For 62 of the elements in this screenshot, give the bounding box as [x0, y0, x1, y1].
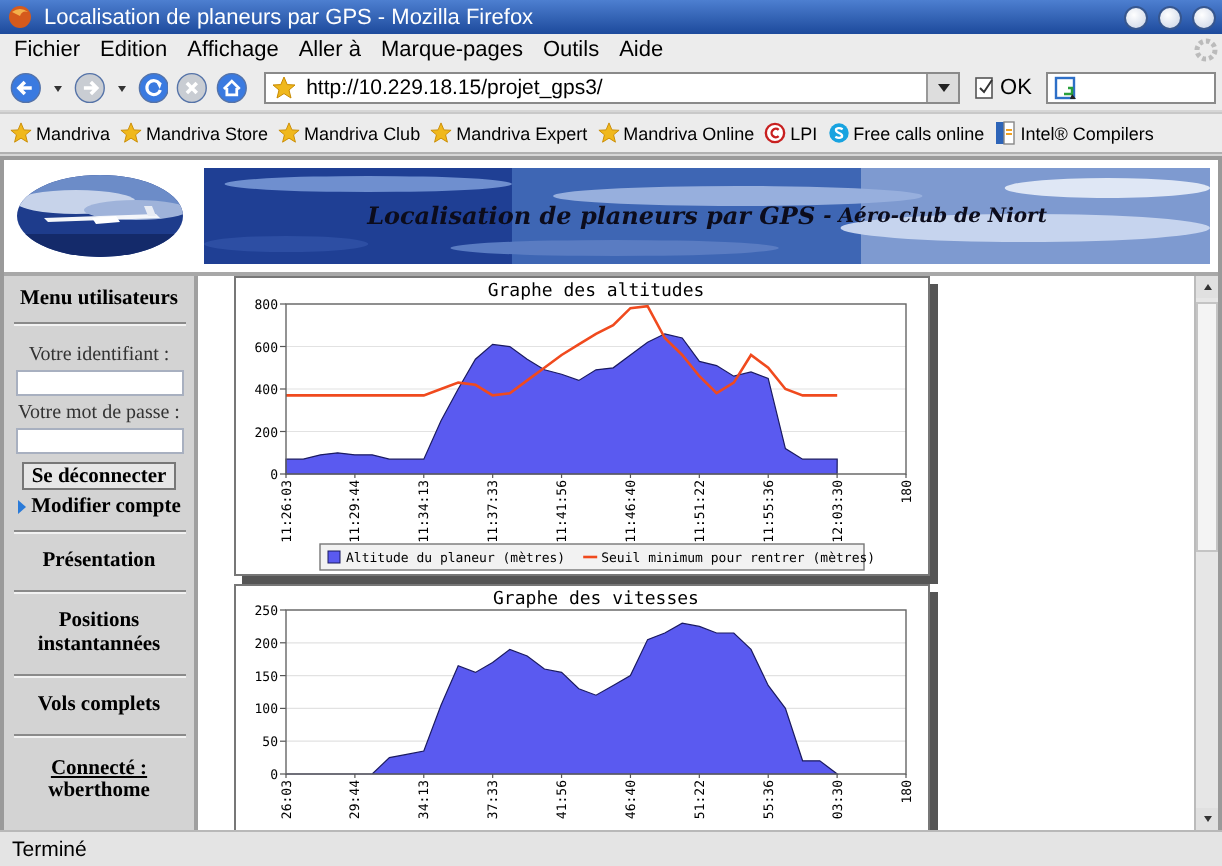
star-icon: [278, 122, 301, 144]
reload-icon[interactable]: [137, 72, 169, 104]
menu-item[interactable]: Affichage: [177, 38, 289, 62]
back-icon[interactable]: [10, 72, 42, 104]
minimize-button[interactable]: [1124, 5, 1148, 29]
logout-button[interactable]: Se déconnecter: [21, 462, 177, 490]
go-button[interactable]: OK: [968, 76, 1038, 100]
search-engine-icon: [1053, 76, 1078, 100]
address-field[interactable]: http://10.229.18.15/projet_gps3/: [264, 72, 961, 104]
bookmark-link[interactable]: Intel® Compilers: [994, 120, 1154, 146]
chart-title: Graphe des altitudes: [487, 282, 705, 302]
bookmark-link[interactable]: Mandriva: [10, 122, 111, 144]
star-icon: [430, 122, 453, 144]
stop-icon[interactable]: [176, 72, 209, 104]
dropdown-button[interactable]: [926, 74, 959, 102]
menu-item[interactable]: Marque-pages: [371, 38, 533, 62]
menu-item[interactable]: Aller à: [288, 38, 372, 62]
bookmark-link[interactable]: Mandriva Club: [278, 122, 421, 144]
chart-title: Graphe des vitesses: [493, 590, 699, 610]
menu-item[interactable]: Outils: [532, 38, 610, 62]
account-link[interactable]: Modifier compte: [31, 496, 181, 518]
bookmark-link[interactable]: Mandriva Online: [597, 122, 755, 144]
status-text: Terminé: [12, 837, 87, 861]
connected-label: Connecté :: [50, 758, 148, 780]
username: wberthome: [48, 780, 150, 802]
site-subtitle: - Aéro-club de Niort: [823, 205, 1047, 227]
scrollbar[interactable]: [1194, 276, 1218, 830]
star-icon: [10, 122, 32, 144]
bullet-icon: [17, 500, 26, 514]
copyright-icon: [764, 122, 787, 144]
maximize-button[interactable]: [1158, 5, 1182, 29]
forward-icon[interactable]: [73, 72, 106, 104]
site-title: Localisation de planeurs par GPS: [367, 202, 816, 230]
star-icon: [597, 122, 620, 144]
checkmark-icon: [974, 76, 997, 100]
password-label: Votre mot de passe :: [18, 402, 180, 424]
nav-link[interactable]: Présentation: [38, 546, 160, 578]
menu-item[interactable]: Edition: [90, 38, 178, 62]
cloud-icon: [827, 122, 850, 144]
login-label: Votre identifiant :: [28, 344, 170, 366]
close-button[interactable]: [1192, 5, 1216, 29]
window-title: Localisation de planeurs par GPS - Mozilla Firefox: [44, 5, 536, 29]
bookmark-link[interactable]: Mandriva Expert: [430, 122, 588, 144]
bookmark-link[interactable]: LPI: [764, 122, 818, 144]
bookmark-link[interactable]: Free calls online: [827, 122, 985, 144]
login-field[interactable]: [15, 370, 183, 396]
menu-item[interactable]: Aide: [609, 38, 674, 62]
nav-link[interactable]: Positions instantannées: [8, 606, 190, 662]
menu-item[interactable]: Fichier: [4, 38, 91, 62]
star-icon: [272, 76, 297, 100]
browser-logo-icon: [6, 4, 34, 30]
document-icon: [994, 120, 1017, 146]
password-field[interactable]: [15, 428, 183, 454]
menu-heading: Menu utilisateurs: [19, 288, 179, 310]
caret-icon[interactable]: [53, 85, 62, 91]
nav-link[interactable]: Vols complets: [33, 690, 165, 722]
bookmark-link[interactable]: Mandriva Store: [120, 122, 269, 144]
star-icon: [120, 122, 143, 144]
search-field[interactable]: [1045, 72, 1216, 104]
home-icon[interactable]: [216, 72, 249, 104]
caret-icon[interactable]: [117, 85, 126, 91]
throbber-icon: [1194, 38, 1218, 62]
